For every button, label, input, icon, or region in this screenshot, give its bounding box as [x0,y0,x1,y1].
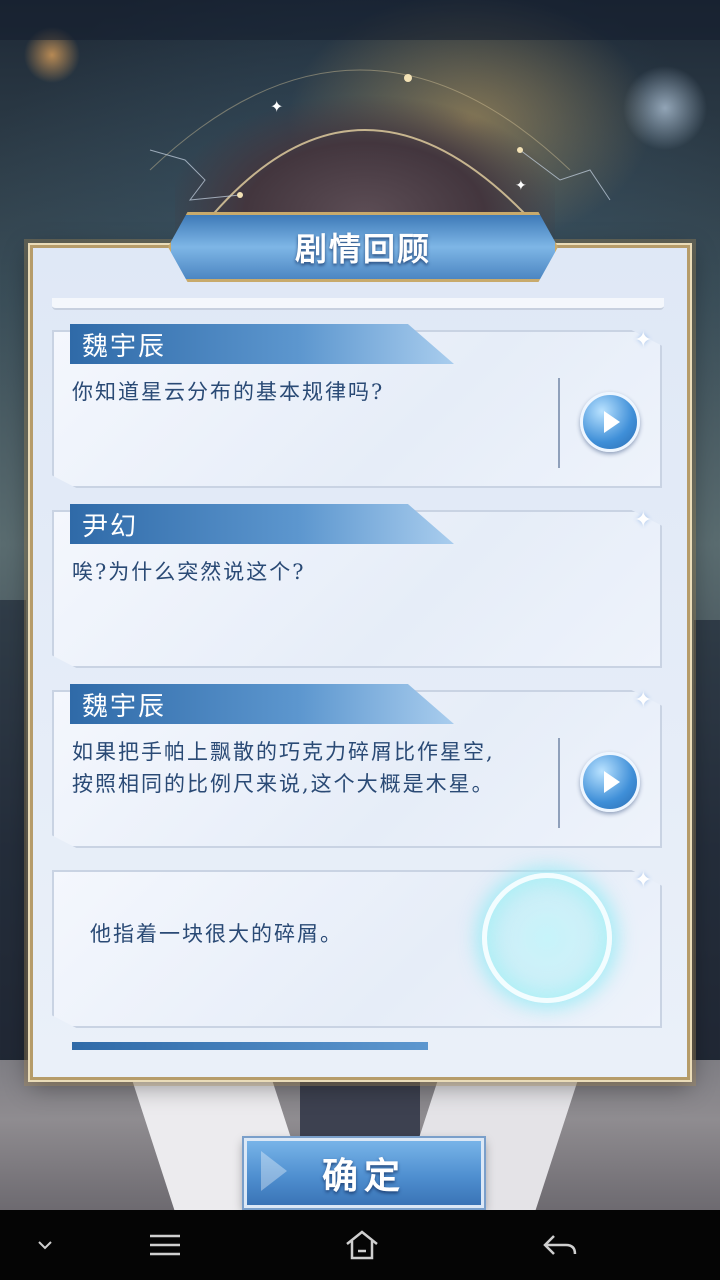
divider [558,378,560,468]
dialog-history-list[interactable]: 魏宇辰 你知道星云分布的基本规律吗? ✦ 尹幻 唉?为什么突然说这个? ✦ 魏宇… [50,298,670,1050]
confirm-button[interactable]: 确定 [244,1138,484,1208]
previous-entry-edge [52,298,664,310]
chevron-down-icon[interactable] [30,1210,60,1280]
sparkle-icon: ✦ [634,688,653,713]
speaker-name-tab: 魏宇辰 [70,684,454,724]
dialog-line: 唉?为什么突然说这个? [72,560,306,584]
system-navigation-bar [0,1210,720,1280]
menu-icon[interactable] [145,1210,185,1280]
voice-play-button[interactable] [580,392,640,452]
chevron-right-icon [261,1151,287,1191]
sparkle-icon: ✦ [634,328,653,353]
play-icon [604,771,620,793]
svg-text:✦: ✦ [270,97,283,116]
sparkle-icon: ✦ [634,868,653,893]
speaker-name-tab: 尹幻 [70,504,454,544]
next-entry-edge [72,1042,428,1050]
play-icon [604,411,620,433]
back-icon[interactable] [540,1210,580,1280]
home-icon[interactable] [342,1210,382,1280]
sparkle-icon: ✦ [634,508,653,533]
speaker-name-tab: 魏宇辰 [70,324,454,364]
divider [558,738,560,828]
svg-text:✦: ✦ [515,178,527,194]
speaker-name: 魏宇辰 [82,691,167,722]
narration-line: 他指着一块很大的碎屑。 [90,922,343,946]
speaker-name: 尹幻 [82,511,139,542]
touch-glow-effect [482,873,612,1003]
dialog-title-plate: 剧情回顾 [168,212,558,282]
dialog-line: 如果把手帕上飘散的巧克力碎屑比作星空, 按照相同的比例尺来说,这个大概是木星。 [72,740,495,796]
speaker-name: 魏宇辰 [82,331,167,362]
dialog-title: 剧情回顾 [294,230,431,268]
voice-play-button[interactable] [580,752,640,812]
dialog-line: 你知道星云分布的基本规律吗? [72,380,385,404]
confirm-button-label: 确定 [321,1155,406,1197]
